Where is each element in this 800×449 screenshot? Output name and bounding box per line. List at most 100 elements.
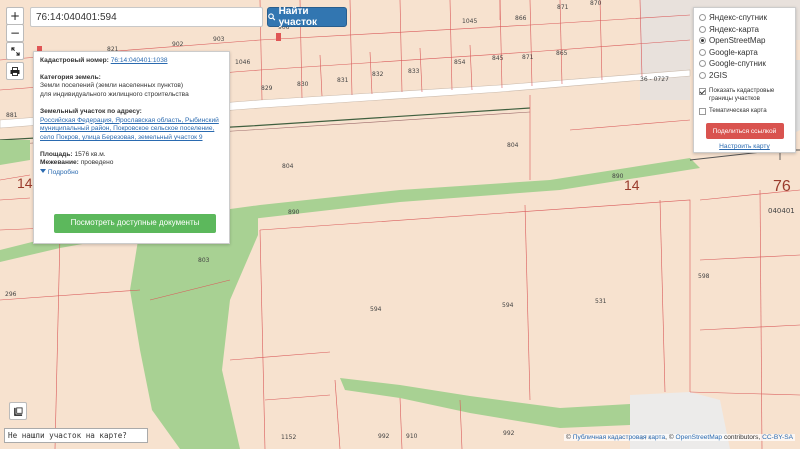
parcel-number-label: 992: [378, 433, 390, 440]
parcel-number-label: 870: [590, 0, 602, 7]
details-toggle[interactable]: Подробно: [40, 169, 78, 178]
region-label-east: 76: [773, 178, 791, 195]
basemap-radio[interactable]: [699, 37, 706, 45]
parcel-number-label: 833: [408, 68, 420, 75]
search-button-label: Найти участок: [278, 6, 317, 28]
survey-label: Межевание:: [40, 159, 79, 167]
parcel-number-label: 871: [557, 4, 569, 11]
parcel-number-label: 881: [6, 112, 18, 119]
thematic-map-label: Тематическая карта: [709, 107, 767, 115]
search-icon: [268, 13, 276, 21]
search-input[interactable]: [30, 7, 263, 27]
cadastral-label: Кадастровый номер:: [40, 57, 109, 64]
attribution-contributors: contributors,: [723, 434, 761, 441]
zoom-in-button[interactable]: +: [6, 7, 24, 25]
fullscreen-icon: [10, 46, 20, 56]
thematic-map-checkbox[interactable]: [699, 108, 706, 116]
zoom-in-label: +: [9, 9, 21, 23]
basemap-option[interactable]: Google-карта: [699, 47, 790, 59]
parcel-number-label: 902: [172, 41, 184, 48]
parcel-number-label: 845: [492, 55, 504, 62]
parcel-number-label: 992: [503, 430, 515, 437]
address-section: Земельный участок по адресу: Российская …: [40, 108, 223, 143]
show-boundaries-checkbox[interactable]: [699, 88, 706, 95]
parcel-number-label: 831: [337, 77, 349, 84]
zoom-out-label: −: [9, 26, 21, 40]
basemap-option[interactable]: Яндекс-карта: [699, 24, 790, 36]
zoom-out-button[interactable]: −: [6, 24, 24, 42]
basemap-label: Google-карта: [709, 47, 758, 57]
attribution: © Публичная кадастровая карта, © OpenStr…: [564, 434, 795, 441]
cadastral-row: Кадастровый номер: 76:14:040401:1038: [40, 57, 223, 66]
parcel-number-label: 866: [515, 15, 527, 22]
search-button[interactable]: Найти участок: [267, 6, 347, 28]
parcel-number-label: 865: [556, 50, 568, 57]
basemap-option[interactable]: 2GIS: [699, 70, 790, 82]
address-link[interactable]: Российская Федерация, Ярославская област…: [40, 117, 219, 141]
basemap-label: OpenStreetMap: [709, 36, 766, 46]
search-bar: Найти участок: [30, 6, 347, 28]
parcel-number-label: 854: [454, 59, 466, 66]
basemap-options: Яндекс-спутник Яндекс-карта OpenStreetMap G…: [699, 12, 790, 81]
fullscreen-button[interactable]: [6, 42, 24, 60]
category-value: Земли поселений (земли населенных пункто…: [40, 82, 184, 90]
basemap-radio[interactable]: [699, 25, 706, 33]
cadastral-number-link[interactable]: 76:14:040401:1038: [111, 57, 168, 64]
view-documents-button[interactable]: Посмотреть доступные документы: [54, 214, 216, 233]
parcel-info-panel: Кадастровый номер: 76:14:040401:1038 Кат…: [33, 51, 230, 244]
parcel-number-label: 832: [372, 71, 384, 78]
parcel-number-label: 1152: [281, 434, 296, 441]
caret-down-icon: [40, 169, 46, 174]
basemap-radio[interactable]: [699, 60, 706, 68]
print-icon: [10, 66, 20, 76]
not-found-button[interactable]: Не нашли участок на карте?: [4, 428, 148, 443]
basemap-radio[interactable]: [699, 14, 706, 22]
basemap-radio[interactable]: [699, 71, 706, 79]
area-value: 1576 кв.м.: [74, 150, 106, 158]
parcel-number-label: 296: [5, 291, 17, 298]
license-link[interactable]: CC-BY-SA: [762, 434, 793, 441]
parcel-number-label: 1046: [235, 59, 250, 66]
layers-panel: Яндекс-спутник Яндекс-карта OpenStreetMap G…: [693, 7, 796, 153]
parcel-number-label: 871: [522, 54, 534, 61]
survey-value: проведено: [80, 159, 114, 167]
draw-tool-button[interactable]: [9, 402, 27, 420]
parcel-number-label: 36 - 0727: [640, 76, 669, 83]
parcel-number-label: 903: [213, 36, 225, 43]
show-boundaries-option[interactable]: Показать кадастровые границы участков: [699, 87, 790, 103]
basemap-option[interactable]: OpenStreetMap: [699, 35, 790, 47]
basemap-label: Яндекс-карта: [709, 24, 759, 34]
basemap-radio[interactable]: [699, 48, 706, 56]
share-link-button[interactable]: Поделиться ссылкой: [705, 123, 784, 140]
details-label: Подробно: [47, 169, 79, 177]
parcel-number-label: 531: [595, 298, 607, 305]
parcel-number-label: 594: [370, 306, 382, 313]
basemap-label: Google-спутник: [709, 59, 766, 69]
block-label: 040401: [768, 207, 795, 215]
print-button[interactable]: [6, 62, 24, 80]
category-section: Категория земель: Земли поселений (земли…: [40, 74, 223, 100]
basemap-option[interactable]: Яндекс-спутник: [699, 12, 790, 24]
setup-map-link[interactable]: Настроить карту: [699, 143, 790, 150]
attribution-copyright: ©: [566, 434, 571, 441]
building-marker: [276, 33, 281, 41]
parcel-number-label: 803: [198, 257, 210, 264]
address-label: Земельный участок по адресу:: [40, 107, 142, 115]
parcel-number-label: 830: [297, 81, 309, 88]
osm-link[interactable]: OpenStreetMap: [676, 434, 723, 441]
parcel-number-label: 1045: [462, 18, 477, 25]
basemap-label: 2GIS: [709, 70, 728, 80]
parcel-number-label: 829: [261, 85, 273, 92]
area-label: Площадь:: [40, 150, 73, 158]
attribution-sep: , ©: [665, 434, 674, 441]
area-section: Площадь: 1576 кв.м. Межевание: проведено…: [40, 151, 223, 178]
basemap-label: Яндекс-спутник: [709, 13, 767, 23]
thematic-map-option[interactable]: Тематическая карта: [699, 107, 790, 116]
parcel-number-label: 804: [282, 163, 294, 170]
public-map-link[interactable]: Публичная кадастровая карта: [573, 434, 665, 441]
parcel-number-label: 594: [502, 302, 514, 309]
region-label-west: 14: [17, 175, 33, 191]
region-label-center: 14: [624, 177, 640, 193]
basemap-option[interactable]: Google-спутник: [699, 58, 790, 70]
parcel-number-label: 598: [698, 273, 710, 280]
